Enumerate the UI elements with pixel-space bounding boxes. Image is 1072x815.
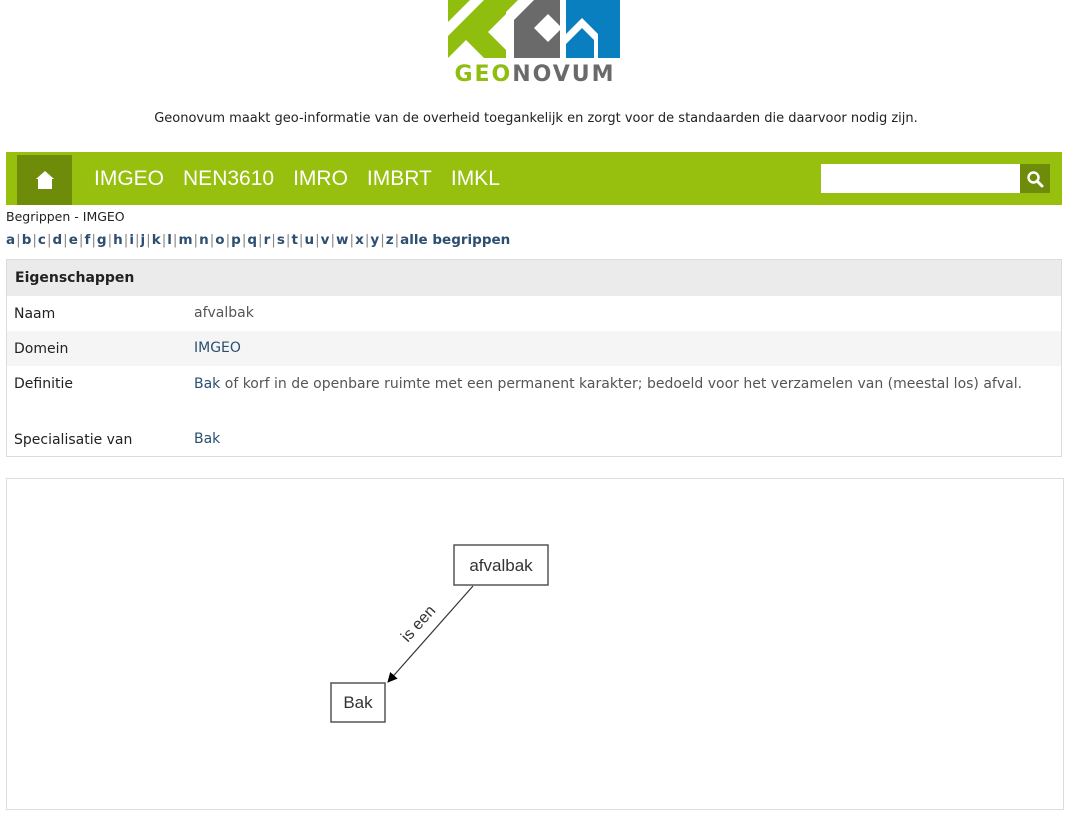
alphabet-letter-a[interactable]: a: [6, 232, 15, 248]
alphabet-letter-z[interactable]: z: [386, 232, 394, 248]
alphabet-letter-g[interactable]: g: [97, 232, 107, 248]
alphabet-letter-f[interactable]: f: [84, 232, 90, 248]
logo-wordmark-novum: NOVUM: [512, 62, 616, 87]
property-row-naam: Naam afvalbak: [7, 296, 1061, 331]
alphabet-separator: |: [271, 232, 276, 248]
property-value: afvalbak: [194, 305, 254, 321]
alphabet-letter-p[interactable]: p: [231, 232, 241, 248]
search-icon: [1027, 170, 1044, 187]
relation-diagram: is een afvalbak Bak: [6, 478, 1064, 810]
alphabet-separator: |: [298, 232, 304, 248]
alphabet-separator: |: [91, 232, 96, 248]
alphabet-separator: |: [315, 232, 320, 248]
alphabet-separator: |: [380, 232, 385, 248]
alphabet-letter-c[interactable]: c: [38, 232, 46, 248]
alphabet-letter-h[interactable]: h: [113, 232, 123, 248]
alphabet-separator: |: [193, 232, 199, 248]
alphabet-letter-y[interactable]: y: [370, 232, 379, 248]
alphabet-separator: |: [364, 232, 370, 248]
definitie-link-bak[interactable]: Bak: [194, 376, 220, 392]
alphabet-separator: |: [161, 232, 167, 248]
alphabet-separator: |: [32, 232, 37, 248]
nav-item-imro[interactable]: IMRO: [293, 167, 348, 191]
alphabet-letter-l[interactable]: l: [167, 232, 172, 248]
alphabet-separator: |: [123, 232, 129, 248]
property-value: IMGEO: [194, 338, 1054, 359]
site-tagline: Geonovum maakt geo-informatie van de ove…: [154, 111, 918, 126]
property-row-domein: Domein IMGEO: [7, 331, 1061, 366]
alphabet-letter-o[interactable]: o: [215, 232, 224, 248]
alphabet-separator: |: [330, 232, 336, 248]
property-row-specialisatie: Specialisatie van Bak: [7, 422, 1061, 457]
alphabet-letter-x[interactable]: x: [355, 232, 364, 248]
node-bak[interactable]: Bak: [330, 682, 386, 723]
alphabet-separator: |: [146, 232, 151, 248]
nav-links: IMGEO NEN3610 IMRO IMBRT IMKL: [94, 152, 500, 205]
nav-item-imbrt[interactable]: IMBRT: [367, 167, 432, 191]
alphabet-separator: |: [46, 232, 52, 248]
definitie-text: of korf in de openbare ruimte met een pe…: [220, 376, 1023, 392]
alphabet-letter-m[interactable]: m: [178, 232, 192, 248]
alphabet-separator: |: [134, 232, 140, 248]
alphabet-separator: |: [225, 232, 231, 248]
alphabet-separator: |: [107, 232, 113, 248]
alphabet-letter-i[interactable]: i: [129, 232, 134, 248]
nav-item-imgeo[interactable]: IMGEO: [94, 167, 164, 191]
geonovum-logo[interactable]: GEONOVUM: [440, 0, 630, 92]
alphabet-separator: |: [241, 232, 247, 248]
property-label: Definitie: [14, 376, 73, 392]
node-bak-label: Bak: [343, 693, 373, 712]
alphabet-letter-n[interactable]: n: [199, 232, 209, 248]
alphabet-letter-j[interactable]: j: [141, 232, 146, 248]
properties-header: Eigenschappen: [7, 260, 1061, 296]
search-button[interactable]: [1020, 164, 1050, 193]
breadcrumb: Begrippen - IMGEO: [6, 209, 125, 224]
main-navbar: IMGEO NEN3610 IMRO IMBRT IMKL: [6, 152, 1062, 205]
properties-panel: Eigenschappen Naam afvalbak Domein IMGEO…: [6, 259, 1062, 457]
nav-item-nen3610[interactable]: NEN3610: [183, 167, 274, 191]
home-button[interactable]: [17, 155, 72, 205]
property-value: Bak: [194, 429, 1054, 450]
alphabet-letter-t[interactable]: t: [291, 232, 297, 248]
alphabet-letter-r[interactable]: r: [264, 232, 271, 248]
alphabet-letter-w[interactable]: w: [336, 232, 348, 248]
property-label: Domein: [14, 340, 69, 357]
alphabet-letter-d[interactable]: d: [53, 232, 63, 248]
domein-link[interactable]: IMGEO: [194, 340, 241, 356]
home-icon: [35, 171, 54, 189]
logo-wordmark-geo: GEO: [454, 62, 513, 87]
alphabet-letter-k[interactable]: k: [152, 232, 161, 248]
alphabet-separator: |: [172, 232, 178, 248]
relation-diagram-svg: is een afvalbak Bak: [330, 544, 549, 723]
logo-wordmark: GEONOVUM: [440, 62, 630, 87]
alphabet-letter-u[interactable]: u: [304, 232, 314, 248]
alphabet-letter-e[interactable]: e: [69, 232, 78, 248]
specialisatie-link[interactable]: Bak: [194, 431, 220, 447]
alphabet-letter-b[interactable]: b: [22, 232, 32, 248]
alphabet-separator: |: [349, 232, 355, 248]
alphabet-separator: |: [78, 232, 84, 248]
alphabet-letter-v[interactable]: v: [321, 232, 330, 248]
edge-label: is een: [398, 602, 439, 645]
property-label: Naam: [14, 305, 56, 322]
property-label: Specialisatie van: [14, 431, 133, 448]
property-row-definitie: Definitie Bak of korf in de openbare rui…: [7, 366, 1061, 422]
alphabet-letter-s[interactable]: s: [277, 232, 285, 248]
property-value: Bak of korf in de openbare ruimte met ee…: [194, 374, 1054, 422]
search-input[interactable]: [821, 164, 1020, 193]
nav-item-imkl[interactable]: IMKL: [451, 167, 500, 191]
alphabet-separator: |: [63, 232, 68, 248]
node-afvalbak-label: afvalbak: [469, 556, 533, 575]
alphabet-all-link[interactable]: alle begrippen: [400, 232, 510, 248]
alphabet-separator: |: [258, 232, 263, 248]
alphabet-separator: |: [209, 232, 215, 248]
alphabet-separator: |: [394, 232, 400, 248]
node-afvalbak[interactable]: afvalbak: [453, 544, 549, 586]
geonovum-logo-icon: [448, 0, 620, 58]
alphabet-separator: |: [285, 232, 291, 248]
alphabet-separator: |: [16, 232, 21, 248]
alphabet-letter-q[interactable]: q: [247, 232, 257, 248]
alphabet-index: a|b|c|d|e|f|g|h|i|j|k|l|m|n|o|p|q|r|s|t|…: [6, 232, 510, 248]
